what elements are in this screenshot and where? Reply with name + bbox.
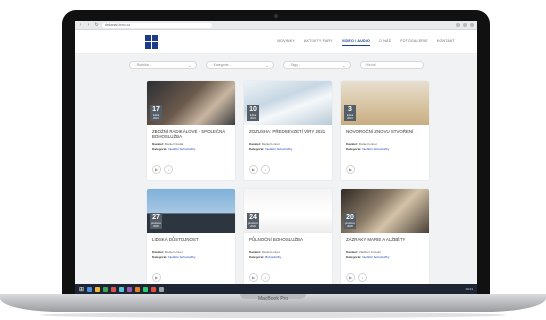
sermon-category: Kategorie: Bohoslužby <box>249 255 282 260</box>
menu-item-fotogalerie[interactable]: FOTOGALERIE <box>400 37 428 46</box>
taskbar: ⊞ 10:21 <box>75 284 477 294</box>
app-icon[interactable] <box>159 286 165 292</box>
media-buttons: ▶ ♪ <box>152 165 173 174</box>
menu-item-aktivity[interactable]: AKTIVITY FARY <box>304 37 333 46</box>
site-header: NOVINKY AKTIVITY FARY VIDEO / AUDIO O NÁ… <box>75 30 477 54</box>
sermon-title[interactable]: ZOZUSHA: PŘEDSEVZETÍ VÍRY 2021 <box>244 125 332 141</box>
address-bar[interactable]: dekanat-brno.cz <box>102 22 212 28</box>
windows-start-icon[interactable]: ⊞ <box>79 286 84 293</box>
sermon-thumbnail[interactable]: 20 prosince 2020 <box>341 189 429 233</box>
sermon-category: Kategorie: Nedělní bohoslužby <box>152 255 196 260</box>
extension-icon[interactable] <box>456 23 460 27</box>
extension-icon[interactable] <box>463 23 467 27</box>
sermon-thumbnail[interactable]: 3 ledna 2021 <box>341 81 429 125</box>
sermon-title[interactable]: ZBOŽNÍ RADIKÁLOVÉ - SPOLEČNÁ BOHOSLUŽBA <box>147 125 235 141</box>
audio-icon[interactable]: ♪ <box>261 165 270 174</box>
back-icon[interactable]: ‹ <box>78 22 83 28</box>
filter-bar: - Rubrika - ⌄ - Kategorie - ⌄ - Tagy - ⌄… <box>75 54 477 76</box>
search-icon[interactable] <box>87 286 93 292</box>
main-menu: NOVINKY AKTIVITY FARY VIDEO / AUDIO O NÁ… <box>277 37 455 46</box>
sermon-title[interactable]: ZÁZRAKY MARIE A ALŽBĚTY <box>341 233 429 249</box>
menu-item-kontakt[interactable]: KONTAKT <box>437 37 455 46</box>
rubrika-select-value: - Rubrika - <box>134 63 151 67</box>
reload-icon[interactable]: ↻ <box>94 22 99 28</box>
app-icon[interactable] <box>127 286 133 292</box>
date-badge: 24 prosince 2020 <box>247 213 259 229</box>
date-badge: 10 ledna 2021 <box>247 105 259 121</box>
browser-extensions <box>456 23 474 27</box>
chevron-down-icon: ⌄ <box>342 63 346 68</box>
chrome-icon[interactable] <box>103 286 109 292</box>
app-icon[interactable] <box>111 286 117 292</box>
menu-item-o-nas[interactable]: O NÁS <box>379 37 391 46</box>
taskbar-clock[interactable]: 10:21 <box>465 287 473 291</box>
forward-icon[interactable]: › <box>86 22 91 28</box>
date-badge: 27 prosince 2020 <box>150 213 162 229</box>
sermon-thumbnail[interactable]: 24 prosince 2020 <box>244 189 332 233</box>
menu-item-video-audio[interactable]: VIDEO / AUDIO <box>341 37 370 46</box>
media-buttons: ▶ <box>346 165 355 174</box>
app-icon[interactable] <box>119 286 125 292</box>
sermon-card[interactable]: 10 ledna 2021 ZOZUSHA: PŘEDSEVZETÍ VÍRY 20… <box>244 81 332 180</box>
sermon-category: Kategorie: Nedělní bohoslužby <box>249 147 293 152</box>
chevron-down-icon: ⌄ <box>265 63 269 68</box>
date-badge: 17 ledna 2021 <box>150 105 162 121</box>
video-icon[interactable]: ▶ <box>249 165 258 174</box>
sermon-category: Kategorie: Nedělní bohoslužby <box>152 147 196 152</box>
camera-icon <box>274 14 278 18</box>
profile-icon[interactable] <box>470 23 474 27</box>
sermon-card[interactable]: 3 ledna 2021 NOVOROČNÍ ZNOVU STVOŘENÍ Kaza… <box>341 81 429 180</box>
kategorie-select-value: - Kategorie - <box>211 63 231 67</box>
rubrika-select[interactable]: - Rubrika - ⌄ <box>128 61 197 69</box>
sermon-thumbnail[interactable]: 17 ledna 2021 <box>147 81 235 125</box>
sermon-category: Kategorie: Nedělní bohoslužby <box>346 255 390 260</box>
tagy-select[interactable]: - Tagy - ⌄ <box>282 61 351 69</box>
video-icon[interactable]: ▶ <box>249 273 258 282</box>
sermon-category: Kategorie: Nedělní bohoslužby <box>346 147 390 152</box>
date-badge: 20 prosince 2020 <box>344 213 356 229</box>
app-icon[interactable] <box>143 286 149 292</box>
laptop-screen: ‹ › ↻ dekanat-brno.cz NOVINKY AKTIVITY F… <box>75 21 477 294</box>
audio-icon[interactable]: ♪ <box>358 273 367 282</box>
audio-icon[interactable]: ♪ <box>164 165 173 174</box>
media-buttons: ▶ ♪ <box>249 273 270 282</box>
app-icon[interactable] <box>151 286 157 292</box>
sermon-thumbnail[interactable]: 27 prosince 2020 <box>147 189 235 233</box>
media-buttons: ▶ <box>152 273 161 282</box>
chevron-down-icon: ⌄ <box>188 63 192 68</box>
video-icon[interactable]: ▶ <box>346 273 355 282</box>
tagy-select-value: - Tagy - <box>288 63 301 67</box>
sermon-card[interactable]: 24 prosince 2020 PŮLNOČNÍ BOHOSLUŽBA Kazat… <box>244 189 332 288</box>
browser-toolbar: ‹ › ↻ dekanat-brno.cz <box>75 21 477 30</box>
sermon-card[interactable]: 27 prosince 2020 LIDSKÁ DŮSTOJNOST Kazatel… <box>147 189 235 288</box>
sermon-grid: 17 ledna 2021 ZBOŽNÍ RADIKÁLOVÉ - SPOLEČNÁ… <box>147 81 429 288</box>
sermon-title[interactable]: PŮLNOČNÍ BOHOSLUŽBA <box>244 233 332 249</box>
kategorie-select[interactable]: - Kategorie - ⌄ <box>205 61 274 69</box>
laptop-shadow <box>40 312 506 318</box>
site-logo[interactable] <box>145 34 158 49</box>
date-badge: 3 ledna 2021 <box>344 105 356 121</box>
video-icon[interactable]: ▶ <box>152 165 161 174</box>
sermon-title[interactable]: LIDSKÁ DŮSTOJNOST <box>147 233 235 249</box>
video-icon[interactable]: ▶ <box>152 273 161 282</box>
audio-icon[interactable]: ♪ <box>261 273 270 282</box>
search-input[interactable]: Hledat <box>359 61 424 69</box>
folder-icon[interactable] <box>95 286 101 292</box>
laptop-scene: ‹ › ↻ dekanat-brno.cz NOVINKY AKTIVITY F… <box>0 0 546 320</box>
sermon-thumbnail[interactable]: 10 ledna 2021 <box>244 81 332 125</box>
media-buttons: ▶ ♪ <box>249 165 270 174</box>
sermon-card[interactable]: 17 ledna 2021 ZBOŽNÍ RADIKÁLOVÉ - SPOLEČNÁ… <box>147 81 235 180</box>
menu-item-novinky[interactable]: NOVINKY <box>277 37 295 46</box>
app-icon[interactable] <box>135 286 141 292</box>
laptop-model-label: MacBook Pro <box>257 296 288 302</box>
sermon-card[interactable]: 20 prosince 2020 ZÁZRAKY MARIE A ALŽBĚTY K… <box>341 189 429 288</box>
media-buttons: ▶ ♪ <box>346 273 367 282</box>
sermon-title[interactable]: NOVOROČNÍ ZNOVU STVOŘENÍ <box>341 125 429 141</box>
video-icon[interactable]: ▶ <box>346 165 355 174</box>
